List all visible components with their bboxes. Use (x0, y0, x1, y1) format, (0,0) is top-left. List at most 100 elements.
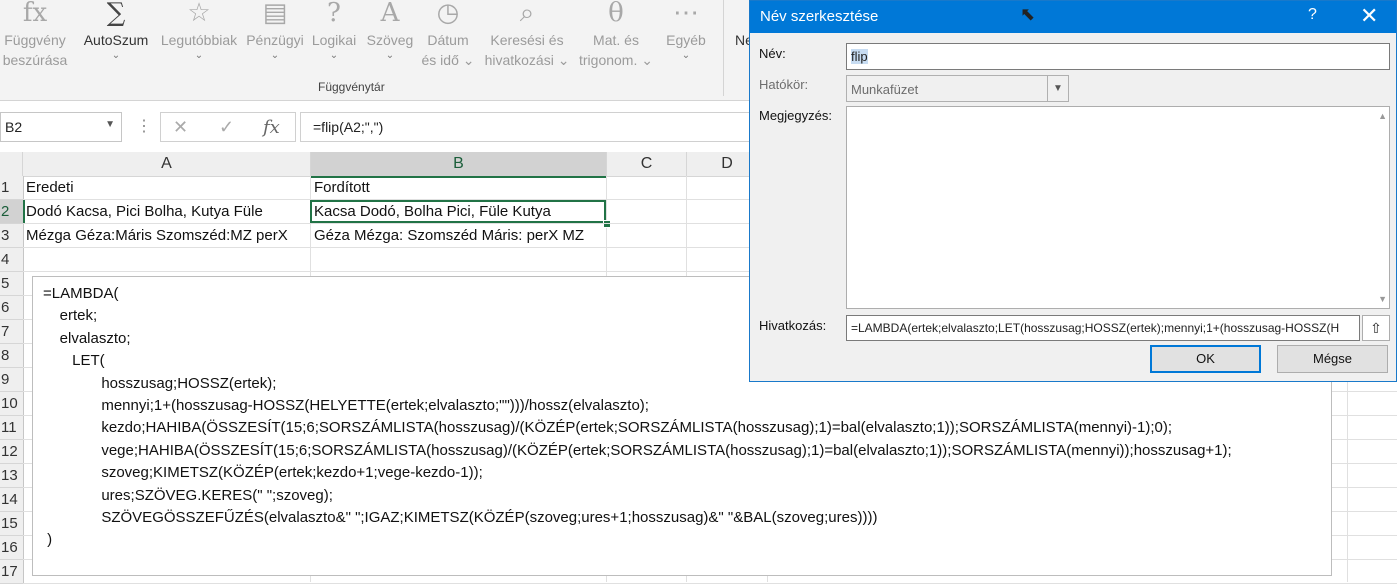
ribbon-button-label: Függvény (4, 32, 66, 48)
star-icon: ☆ (187, 0, 211, 28)
ribbon-button-2[interactable]: ☆ Legutóbbiak ⌄ (155, 0, 243, 62)
name-box-value: B2 (5, 119, 23, 135)
chevron-down-icon: ⌄ (681, 50, 691, 61)
column-header-a[interactable]: A (23, 152, 311, 177)
ribbon-button-5[interactable]: A Szöveg ⌄ (364, 0, 416, 62)
row-header-13[interactable]: 13 (0, 464, 24, 488)
cell-a3[interactable]: Mézga Géza:Máris Szomszéd:MZ perX (26, 224, 288, 248)
ribbon-button-label: AutoSzum (83, 32, 149, 48)
scope-select[interactable]: Munkafüzet ▼ (846, 75, 1069, 102)
row-header-17[interactable]: 17 (0, 560, 24, 584)
chevron-down-icon: ⌄ (385, 50, 395, 61)
formula-text: =flip(A2;",") (313, 119, 384, 135)
ribbon-button-label: Legutóbbiak (160, 32, 238, 48)
name-field-value: flip (851, 49, 868, 64)
ribbon-button-3[interactable]: ▤ Pénzügyi ⌄ (244, 0, 306, 62)
column-header-b[interactable]: B (311, 152, 607, 178)
row-header-3[interactable]: 3 (0, 224, 24, 248)
ribbon-button-1[interactable]: ∑ AutoSzum ⌄ (80, 0, 152, 62)
row-header-10[interactable]: 10 (0, 392, 24, 416)
code-line: elvalaszto; (43, 329, 131, 347)
code-line: hosszusag;HOSSZ(ertek); (43, 374, 277, 392)
code-line: ) (43, 531, 53, 549)
refers-to-field[interactable]: =LAMBDA(ertek;elvalaszto;LET(hosszusag;H… (846, 315, 1360, 341)
scroll-down-icon[interactable]: ▼ (1378, 294, 1387, 304)
ribbon-button-6[interactable]: ◷ Dátum és idő ⌄ (419, 0, 477, 70)
row-header-5[interactable]: 5 (0, 272, 24, 296)
ribbon-button-4[interactable]: ? Logikai ⌄ (308, 0, 360, 62)
enter-icon[interactable]: ✓ (219, 117, 234, 138)
row-header-12[interactable]: 12 (0, 440, 24, 464)
row-header-11[interactable]: 11 (0, 416, 24, 440)
ribbon-button-label-2: beszúrása (2, 52, 68, 68)
chevron-down-icon: ⌄ (111, 50, 121, 61)
cell-b1[interactable]: Fordított (314, 176, 370, 200)
ribbon-button-label: Szöveg (366, 32, 414, 48)
row-header-14[interactable]: 14 (0, 488, 24, 512)
code-line: LET( (43, 352, 105, 370)
help-icon[interactable]: ? (1308, 6, 1317, 24)
ribbon-button-label: Pénzügyi (246, 32, 304, 48)
ribbon-group-label: Függvénytár (318, 80, 385, 94)
ribbon-button-label: Logikai (311, 32, 357, 48)
chevron-down-icon: ⌄ (329, 50, 339, 61)
comment-textarea[interactable]: ▲ ▼ (846, 106, 1390, 309)
fill-handle[interactable] (603, 220, 611, 228)
code-line: SZÖVEGÖSSZEFŰZÉS(elvalaszto&" ";IGAZ;KIM… (43, 509, 878, 526)
row-header-2[interactable]: 2 (0, 200, 25, 224)
ribbon-separator (723, 0, 724, 96)
ribbon-button-label-2: hivatkozási ⌄ (484, 52, 570, 68)
code-line: =LAMBDA( (43, 285, 119, 302)
logic-icon: ? (327, 0, 341, 28)
cell-a2[interactable]: Dodó Kacsa, Pici Bolha, Kutya Füle (26, 200, 263, 224)
dots-icon: ⋮ (136, 118, 152, 135)
scroll-up-icon[interactable]: ▲ (1378, 111, 1387, 121)
ok-button[interactable]: OK (1150, 345, 1261, 373)
code-line: vege;HAHIBA(ÖSSZESÍT(15;6;SORSZÁMLISTA(h… (43, 441, 1232, 459)
code-line: ertek; (43, 307, 98, 325)
clock-icon: ◷ (436, 0, 460, 28)
math-icon: θ (608, 0, 624, 28)
cancel-icon[interactable]: ✕ (173, 117, 188, 138)
mouse-cursor-icon: ⬉ (1020, 4, 1036, 24)
name-box[interactable]: B2 ▼ (0, 112, 122, 142)
code-line: ures;SZÖVEG.KERES(" ";szoveg); (43, 486, 333, 504)
ribbon-button-9[interactable]: ⋯ Egyéb ⌄ (664, 0, 708, 62)
row-header-16[interactable]: 16 (0, 536, 24, 560)
cancel-button[interactable]: Mégse (1277, 345, 1388, 373)
ribbon-button-label: Mat. és (593, 32, 639, 48)
column-header-c[interactable]: C (607, 152, 687, 177)
ribbon-button-8[interactable]: θ Mat. és trigonom. ⌄ (573, 0, 659, 70)
comment-label: Megjegyzés: (759, 108, 832, 123)
dialog-title: Név szerkesztése (760, 8, 879, 25)
chevron-down-icon[interactable]: ▼ (1047, 76, 1068, 101)
row-header-9[interactable]: 9 (0, 368, 24, 392)
scope-value: Munkafüzet (851, 82, 919, 97)
chevron-down-icon: ⌄ (270, 50, 280, 61)
ribbon-button-0[interactable]: fx Függvény beszúrása (0, 0, 70, 70)
coins-icon: ▤ (262, 0, 288, 28)
cell-b3[interactable]: Géza Mézga: Szomszéd Máris: perX MZ (314, 224, 584, 248)
row-header-6[interactable]: 6 (0, 296, 24, 320)
scope-label: Hatókör: (759, 77, 809, 92)
ribbon-button-label: Keresési és (490, 32, 564, 48)
text-icon: A (380, 0, 400, 28)
name-field[interactable]: flip (846, 43, 1390, 70)
row-header-1[interactable]: 1 (0, 176, 24, 200)
ribbon-button-7[interactable]: ⌕ Keresési és hivatkozási ⌄ (482, 0, 572, 70)
code-line: kezdo;HAHIBA(ÖSSZESÍT(15;6;SORSZÁMLISTA(… (43, 419, 1173, 437)
row-header-4[interactable]: 4 (0, 248, 24, 272)
select-all-corner[interactable] (0, 152, 23, 177)
row-header-8[interactable]: 8 (0, 344, 24, 368)
refers-to-label: Hivatkozás: (759, 318, 827, 333)
dialog-title-bar[interactable]: Név szerkesztése ? ✕ (750, 1, 1396, 33)
collapse-dialog-icon[interactable]: ⇧ (1362, 315, 1390, 341)
ribbon-button-label-2: trigonom. ⌄ (579, 52, 653, 68)
close-icon[interactable]: ✕ (1360, 3, 1378, 29)
row-header-7[interactable]: 7 (0, 320, 24, 344)
cell-a1[interactable]: Eredeti (26, 176, 74, 200)
row-header-15[interactable]: 15 (0, 512, 24, 536)
chevron-down-icon[interactable]: ▼ (105, 119, 115, 130)
code-line: szoveg;KIMETSZ(KÖZÉP(ertek;kezdo+1;vege-… (43, 464, 483, 482)
fx-icon[interactable]: fx (263, 117, 280, 138)
